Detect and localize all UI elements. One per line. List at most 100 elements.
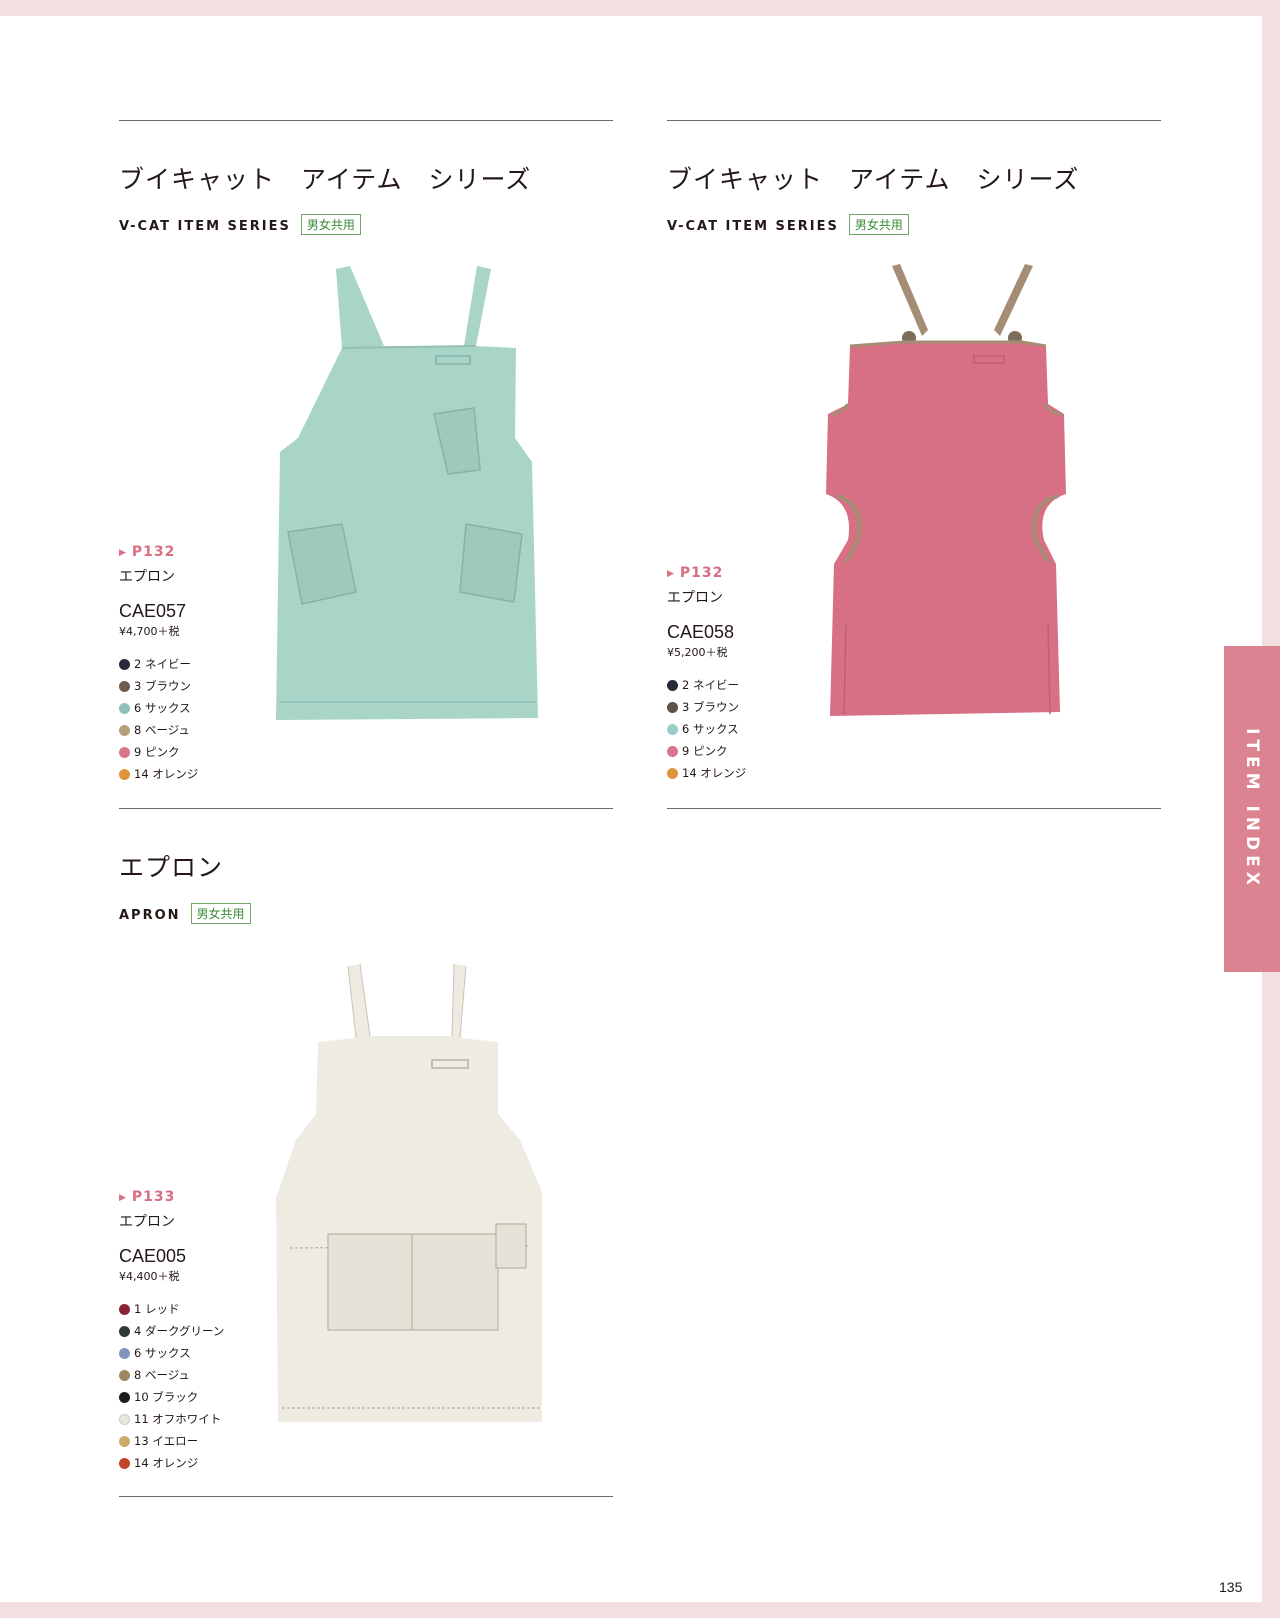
color-label: 3 ブラウン	[134, 679, 191, 693]
color-item: 2 ネイビー	[667, 674, 817, 696]
color-swatch	[667, 723, 678, 735]
product-3-item-name: エプロン	[119, 1214, 175, 1230]
apron-mint-icon	[276, 266, 538, 720]
color-label: 6 サックス	[682, 722, 739, 736]
product-3-page-link[interactable]: ▶ P133	[119, 1189, 269, 1205]
color-swatch	[119, 1303, 130, 1315]
color-swatch	[119, 1457, 130, 1469]
apron-pink-icon	[826, 264, 1066, 716]
color-item: 9 ピンク	[667, 740, 817, 762]
divider-top-left	[119, 120, 613, 121]
color-label: 13 イエロー	[134, 1434, 199, 1448]
product-1-color-list: 2 ネイビー 3 ブラウン 6 サックス 8 ベージュ 9 ピンク 14 オレン…	[119, 653, 269, 785]
color-swatch	[119, 658, 130, 670]
color-item: 8 ベージュ	[119, 719, 269, 741]
product-2-info: ▶ P132 エプロン CAE058 ¥5,200＋税 2 ネイビー 3 ブラウン…	[667, 565, 817, 784]
color-item: 3 ブラウン	[119, 675, 269, 697]
product-1-info: ▶ P132 エプロン CAE057 ¥4,700＋税 2 ネイビー 3 ブラウン…	[119, 544, 269, 785]
triangle-right-icon: ▶	[667, 569, 675, 579]
product-3-color-list: 1 レッド 4 ダークグリーン 6 サックス 8 ベージュ 10 ブラック 11…	[119, 1298, 269, 1474]
color-label: 2 ネイビー	[134, 657, 191, 671]
color-swatch	[119, 724, 130, 736]
color-label: 8 ベージュ	[134, 1368, 190, 1382]
product-3-code: CAE005	[119, 1246, 187, 1266]
product-2-page-link[interactable]: ▶ P132	[667, 565, 817, 581]
color-label: 2 ネイビー	[682, 678, 739, 692]
color-swatch	[119, 768, 130, 780]
product-3-subtitle: APRON 男女共用	[119, 903, 251, 924]
color-label: 6 サックス	[134, 1346, 191, 1360]
product-2-title: ブイキャット アイテム シリーズ	[667, 165, 1080, 194]
color-item: 6 サックス	[119, 697, 269, 719]
color-swatch	[119, 1435, 130, 1447]
color-swatch	[119, 1325, 130, 1337]
color-item: 4 ダークグリーン	[119, 1320, 269, 1342]
color-item: 13 イエロー	[119, 1430, 269, 1452]
product-1-title: ブイキャット アイテム シリーズ	[119, 165, 532, 194]
triangle-right-icon: ▶	[119, 548, 127, 558]
color-item: 6 サックス	[119, 1342, 269, 1364]
side-tab[interactable]: ITEM INDEX	[1224, 646, 1280, 972]
color-label: 1 レッド	[134, 1302, 180, 1316]
product-3-page-ref: P133	[131, 1189, 176, 1205]
product-2-subtitle-text: V-CAT ITEM SERIES	[667, 219, 839, 234]
color-swatch	[119, 702, 130, 714]
color-item: 8 ベージュ	[119, 1364, 269, 1386]
page-number: 135	[1219, 1579, 1243, 1595]
product-2-page-ref: P132	[679, 565, 724, 581]
product-3-price: ¥4,400＋税	[119, 1270, 180, 1283]
color-swatch	[667, 767, 678, 779]
product-2-code: CAE058	[667, 622, 735, 642]
product-1-subtitle: V-CAT ITEM SERIES 男女共用	[119, 214, 361, 235]
color-swatch	[667, 679, 678, 691]
apron-offwhite-icon	[276, 963, 542, 1422]
product-1-unisex-badge: 男女共用	[300, 214, 361, 235]
color-item: 14 オレンジ	[119, 763, 269, 785]
divider-top-right	[667, 120, 1161, 121]
color-item: 11 オフホワイト	[119, 1408, 269, 1430]
product-2-unisex-badge: 男女共用	[848, 214, 909, 235]
product-3-info: ▶ P133 エプロン CAE005 ¥4,400＋税 1 レッド 4 ダークグリ…	[119, 1189, 269, 1474]
color-swatch	[119, 1369, 130, 1381]
product-1-item-name: エプロン	[119, 569, 175, 585]
color-label: 14 オレンジ	[682, 766, 747, 780]
color-label: 6 サックス	[134, 701, 191, 715]
color-label: 4 ダークグリーン	[134, 1324, 225, 1338]
color-item: 10 ブラック	[119, 1386, 269, 1408]
color-label: 14 オレンジ	[134, 1456, 199, 1470]
product-1-page-ref: P132	[131, 544, 176, 560]
color-item: 14 オレンジ	[119, 1452, 269, 1474]
product-3-subtitle-text: APRON	[119, 908, 181, 923]
color-swatch	[119, 1391, 130, 1403]
product-2-price: ¥5,200＋税	[667, 646, 728, 659]
triangle-right-icon: ▶	[119, 1193, 127, 1203]
color-swatch	[119, 1413, 130, 1425]
color-label: 11 オフホワイト	[134, 1412, 222, 1426]
color-swatch	[119, 1347, 130, 1359]
product-2-color-list: 2 ネイビー 3 ブラウン 6 サックス 9 ピンク 14 オレンジ	[667, 674, 817, 784]
color-swatch	[667, 745, 678, 757]
product-1-subtitle-text: V-CAT ITEM SERIES	[119, 219, 291, 234]
color-item: 14 オレンジ	[667, 762, 817, 784]
color-item: 1 レッド	[119, 1298, 269, 1320]
color-item: 2 ネイビー	[119, 653, 269, 675]
color-label: 8 ベージュ	[134, 723, 190, 737]
product-2-subtitle: V-CAT ITEM SERIES 男女共用	[667, 214, 909, 235]
product-3-unisex-badge: 男女共用	[190, 903, 251, 924]
color-label: 9 ピンク	[682, 744, 728, 758]
color-item: 3 ブラウン	[667, 696, 817, 718]
divider-middle-right	[667, 808, 1161, 809]
color-item: 9 ピンク	[119, 741, 269, 763]
side-tab-label: ITEM INDEX	[1242, 728, 1262, 890]
divider-middle-left	[119, 808, 613, 809]
color-item: 6 サックス	[667, 718, 817, 740]
product-3-title: エプロン	[119, 853, 224, 882]
color-swatch	[119, 746, 130, 758]
color-label: 14 オレンジ	[134, 767, 199, 781]
divider-bottom-left	[119, 1496, 613, 1497]
product-1-page-link[interactable]: ▶ P132	[119, 544, 269, 560]
color-swatch	[119, 680, 130, 692]
color-label: 3 ブラウン	[682, 700, 739, 714]
color-swatch	[667, 701, 678, 713]
product-1-code: CAE057	[119, 601, 187, 621]
